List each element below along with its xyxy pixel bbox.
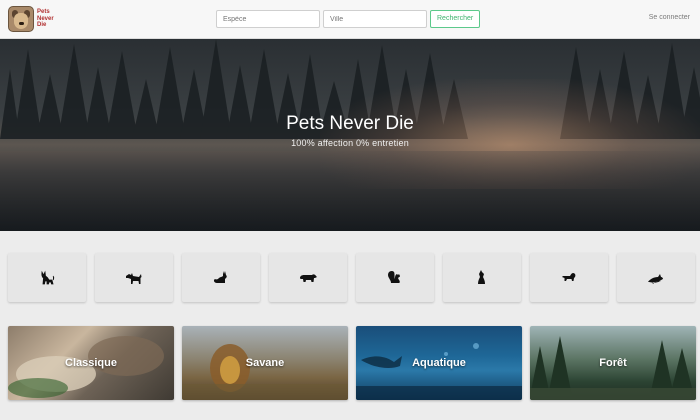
cat-icon: [41, 270, 55, 284]
dog-logo-icon: [8, 6, 34, 32]
animal-icon-row: [8, 253, 695, 302]
search-button[interactable]: Rechercher: [430, 10, 481, 28]
category-label: Aquatique: [412, 357, 466, 369]
top-navbar: PetsNeverDie Rechercher Se connecter: [0, 0, 700, 39]
category-label: Forêt: [599, 357, 627, 369]
animal-card-cat[interactable]: [8, 253, 86, 302]
city-input[interactable]: [323, 10, 427, 28]
bear-icon: [300, 273, 317, 282]
category-card-classique[interactable]: Classique: [8, 326, 174, 400]
animal-card-dog[interactable]: [95, 253, 173, 302]
lion-icon: [562, 272, 576, 281]
hero-banner: Pets Never Die 100% affection 0% entreti…: [0, 39, 700, 231]
fox-icon: [213, 270, 227, 283]
animal-card-fish[interactable]: [617, 253, 695, 302]
animal-card-lion[interactable]: [530, 253, 608, 302]
search-form: Rechercher: [216, 10, 481, 28]
animal-card-bear[interactable]: [269, 253, 347, 302]
hero-title: Pets Never Die: [286, 113, 414, 134]
hero-subtitle: 100% affection 0% entretien: [291, 138, 409, 148]
category-card-foret[interactable]: Forêt: [530, 326, 696, 400]
animal-card-fox[interactable]: [182, 253, 260, 302]
dog-icon: [126, 272, 142, 284]
wolf-icon: [478, 269, 485, 284]
animal-card-squirrel[interactable]: [356, 253, 434, 302]
brand-logo[interactable]: Pets Never Die: [8, 5, 60, 33]
category-label: Classique: [65, 357, 117, 369]
login-link[interactable]: Se connecter: [649, 14, 690, 21]
animal-card-wolf[interactable]: [443, 253, 521, 302]
category-label: Savane: [245, 357, 285, 369]
fish-icon: [648, 273, 663, 284]
category-card-aquatique[interactable]: Aquatique: [356, 326, 522, 400]
category-card-savane[interactable]: Savane: [182, 326, 348, 400]
species-input[interactable]: [216, 10, 320, 28]
category-row: Classique Savane Aquatique Forêt: [8, 326, 696, 400]
squirrel-icon: [388, 270, 400, 283]
logo-text: Pets Never Die: [37, 9, 54, 29]
